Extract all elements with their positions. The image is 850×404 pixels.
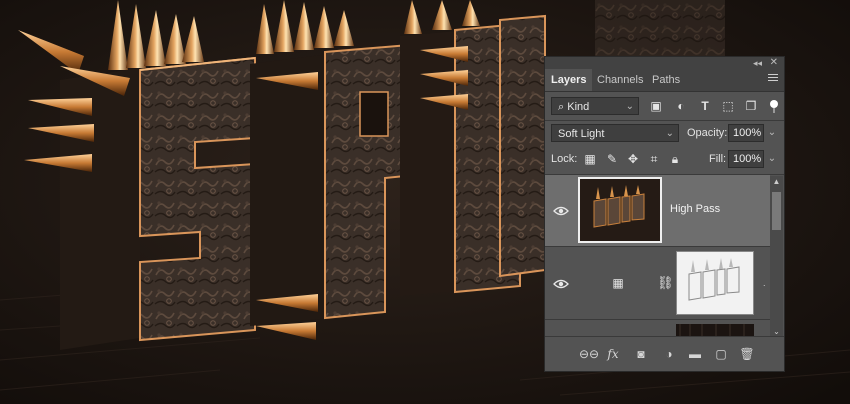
layer-mask-thumbnail[interactable]: [676, 251, 754, 315]
filter-row: ⌕ Kind ⌄ ▣ ◐ T ⬚ ❐: [545, 97, 784, 117]
blend-mode-label: Soft Light: [558, 128, 605, 140]
fill-field[interactable]: 100%: [728, 150, 764, 168]
lock-image-icon[interactable]: ✎: [605, 152, 619, 166]
background-letters: [595, 0, 725, 60]
filter-kind-label: Kind: [567, 101, 590, 113]
panel-tabs: Layers Channels Paths: [545, 69, 784, 92]
blend-row: Soft Light ⌄ Opacity: 100% ⌄: [545, 124, 784, 144]
visibility-eye-icon[interactable]: [553, 205, 569, 217]
filter-toggle[interactable]: [770, 99, 778, 113]
tab-channels[interactable]: Channels: [591, 69, 649, 91]
layers-bottom-toolbar: ⊖⊖ fx ◙ ◑ ▬ ▢ 🗑︎: [545, 336, 784, 371]
tab-layers[interactable]: Layers: [545, 69, 593, 91]
fill-label: Fill:: [709, 153, 727, 165]
layer-thumbnail[interactable]: [578, 177, 662, 243]
collapse-icon[interactable]: ◂◂: [753, 57, 762, 69]
panel-title-strip[interactable]: ◂◂ ✕: [545, 57, 784, 69]
mask-link-icon[interactable]: ⛓: [657, 276, 674, 290]
layers-scrollbar[interactable]: ▲ ⌄: [770, 176, 783, 338]
filter-adjustment-icon[interactable]: ◐: [674, 99, 688, 113]
letter-k: [499, 14, 546, 278]
trash-icon[interactable]: 🗑︎: [739, 346, 755, 362]
lock-all-icon[interactable]: 🔒︎: [668, 152, 682, 166]
new-layer-icon[interactable]: ▢: [713, 346, 729, 362]
search-icon: ⌕: [558, 101, 565, 113]
panel-menu-icon[interactable]: [768, 74, 778, 84]
add-mask-icon[interactable]: ◙: [633, 346, 649, 362]
lock-artboard-icon[interactable]: ⌗: [647, 152, 661, 166]
lock-transparent-icon[interactable]: ▦: [583, 152, 597, 166]
mask-indicator-dot: .: [763, 278, 766, 288]
layer-row-high-pass[interactable]: High Pass: [545, 175, 770, 247]
lock-position-icon[interactable]: ✥: [626, 152, 640, 166]
filter-pixel-icon[interactable]: ▣: [649, 99, 663, 113]
fill-dropdown-icon[interactable]: ⌄: [765, 150, 779, 168]
layer-row-smart-filter[interactable]: ▦ ⛓ .: [545, 248, 770, 320]
scrollbar-thumb[interactable]: [772, 192, 781, 230]
layer-name[interactable]: High Pass: [670, 203, 720, 215]
chevron-down-icon: ⌄: [665, 128, 674, 139]
visibility-eye-icon[interactable]: [553, 278, 569, 290]
filter-kind-select[interactable]: ⌕ Kind ⌄: [551, 97, 639, 115]
opacity-label: Opacity:: [687, 127, 728, 139]
layers-panel: ◂◂ ✕ Layers Channels Paths ⌕ Kind ⌄ ▣ ◐ …: [544, 56, 785, 372]
filter-shape-icon[interactable]: ⬚: [721, 99, 735, 113]
chevron-down-icon: ⌄: [625, 101, 634, 112]
link-icon[interactable]: ⊖⊖: [579, 346, 599, 362]
layer-thumbnail-grid-icon[interactable]: ▦: [611, 276, 625, 290]
adjustment-layer-icon[interactable]: ◑: [661, 346, 677, 362]
scroll-up-icon[interactable]: ▲: [770, 176, 783, 188]
blend-mode-select[interactable]: Soft Light ⌄: [551, 124, 679, 142]
filter-smart-object-icon[interactable]: ❐: [744, 99, 758, 113]
tab-paths[interactable]: Paths: [646, 69, 686, 91]
lock-label: Lock:: [551, 153, 578, 165]
opacity-field[interactable]: 100%: [728, 124, 764, 142]
opacity-dropdown-icon[interactable]: ⌄: [765, 124, 779, 142]
filter-type-icon[interactable]: T: [698, 99, 712, 113]
fx-icon[interactable]: fx: [605, 346, 621, 362]
close-icon[interactable]: ✕: [770, 57, 778, 69]
new-group-icon[interactable]: ▬: [687, 346, 703, 362]
lock-row: Lock: ▦ ✎ ✥ ⌗ 🔒︎ Fill: 100% ⌄: [545, 150, 784, 170]
